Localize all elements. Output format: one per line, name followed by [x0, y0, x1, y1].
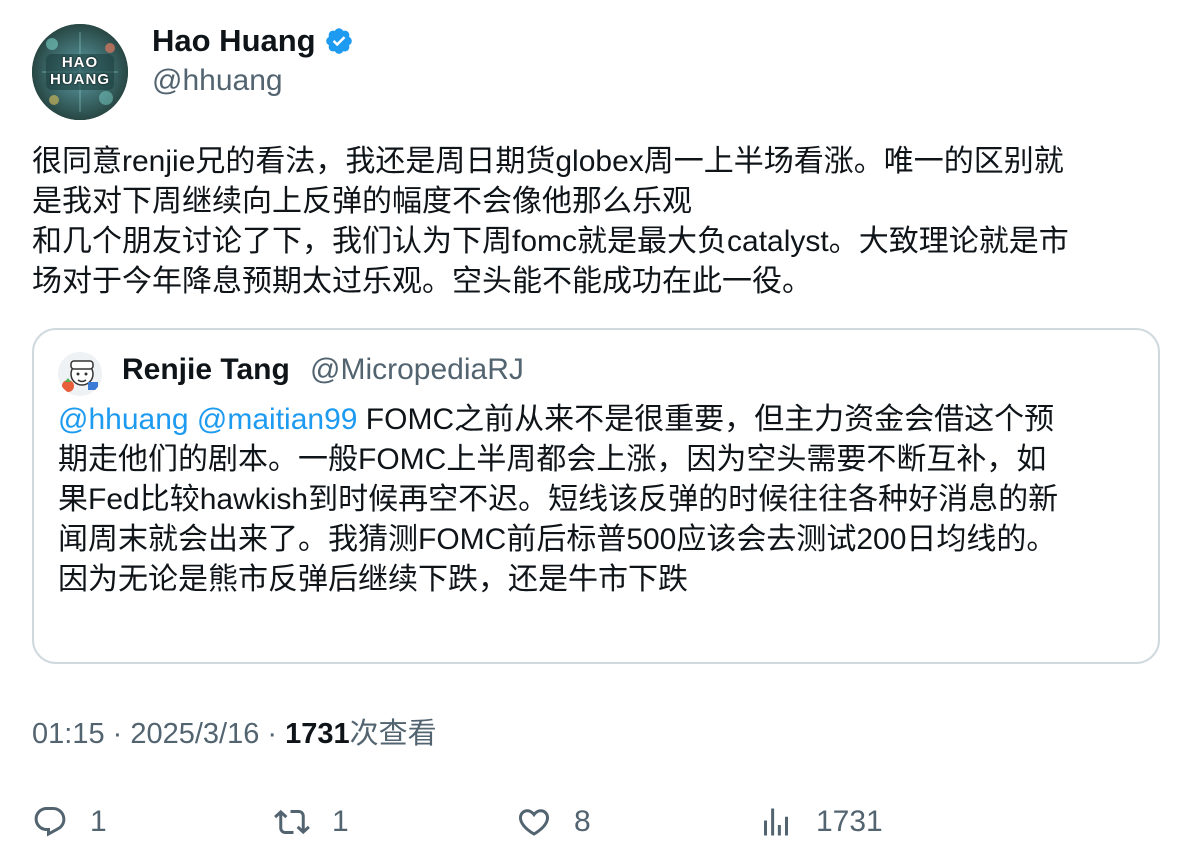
quoted-tweet-card[interactable]: Renjie Tang @MicropediaRJ @hhuang @maiti…: [32, 328, 1160, 664]
quoted-tweet-text: @hhuang @maitian99 FOMC之前从来不是很重要，但主力资金会借…: [58, 400, 1138, 600]
mention-link[interactable]: @maitian99: [197, 403, 358, 436]
reply-icon: [34, 807, 66, 837]
author-avatar[interactable]: HAO HUANG: [32, 24, 128, 120]
verified-badge-icon: [324, 26, 354, 56]
retweet-button[interactable]: 1: [274, 800, 349, 844]
view-count-label: 次查看: [349, 718, 437, 750]
view-count: 1731: [285, 718, 350, 750]
author-handle[interactable]: @hhuang: [152, 62, 283, 100]
reply-count: 1: [90, 805, 107, 838]
views-count: 1731: [816, 805, 883, 838]
tweet-time[interactable]: 01:15: [32, 718, 105, 750]
tweet-text: 很同意renjie兄的看法，我还是周日期货globex周一上半场看涨。唯一的区别…: [32, 145, 1069, 298]
meta-separator: ·: [259, 718, 286, 750]
heart-icon: [518, 809, 550, 836]
views-button[interactable]: 1731: [758, 800, 883, 844]
retweet-count: 1: [332, 805, 349, 838]
tweet-meta: 01:15 · 2025/3/16 · 1731次查看: [32, 714, 437, 754]
quoted-author-handle: @MicropediaRJ: [310, 353, 524, 386]
avatar-text: HAO HUANG: [50, 54, 110, 88]
author-display-name[interactable]: Hao Huang: [152, 22, 316, 60]
tweet-date[interactable]: 2025/3/16: [130, 718, 259, 750]
mention-link[interactable]: @hhuang: [58, 403, 189, 436]
like-count: 8: [574, 805, 591, 838]
quoted-author-name: Renjie Tang: [122, 353, 290, 386]
analytics-icon: [764, 808, 788, 836]
tweet-actions: 1 1 8 1731: [32, 800, 1162, 848]
retweet-icon: [274, 809, 310, 835]
meta-separator: ·: [104, 718, 131, 750]
like-button[interactable]: 8: [516, 800, 591, 844]
quoted-author-avatar: [58, 352, 102, 396]
author-name-row: Hao Huang: [152, 22, 354, 60]
reply-button[interactable]: 1: [32, 800, 107, 844]
